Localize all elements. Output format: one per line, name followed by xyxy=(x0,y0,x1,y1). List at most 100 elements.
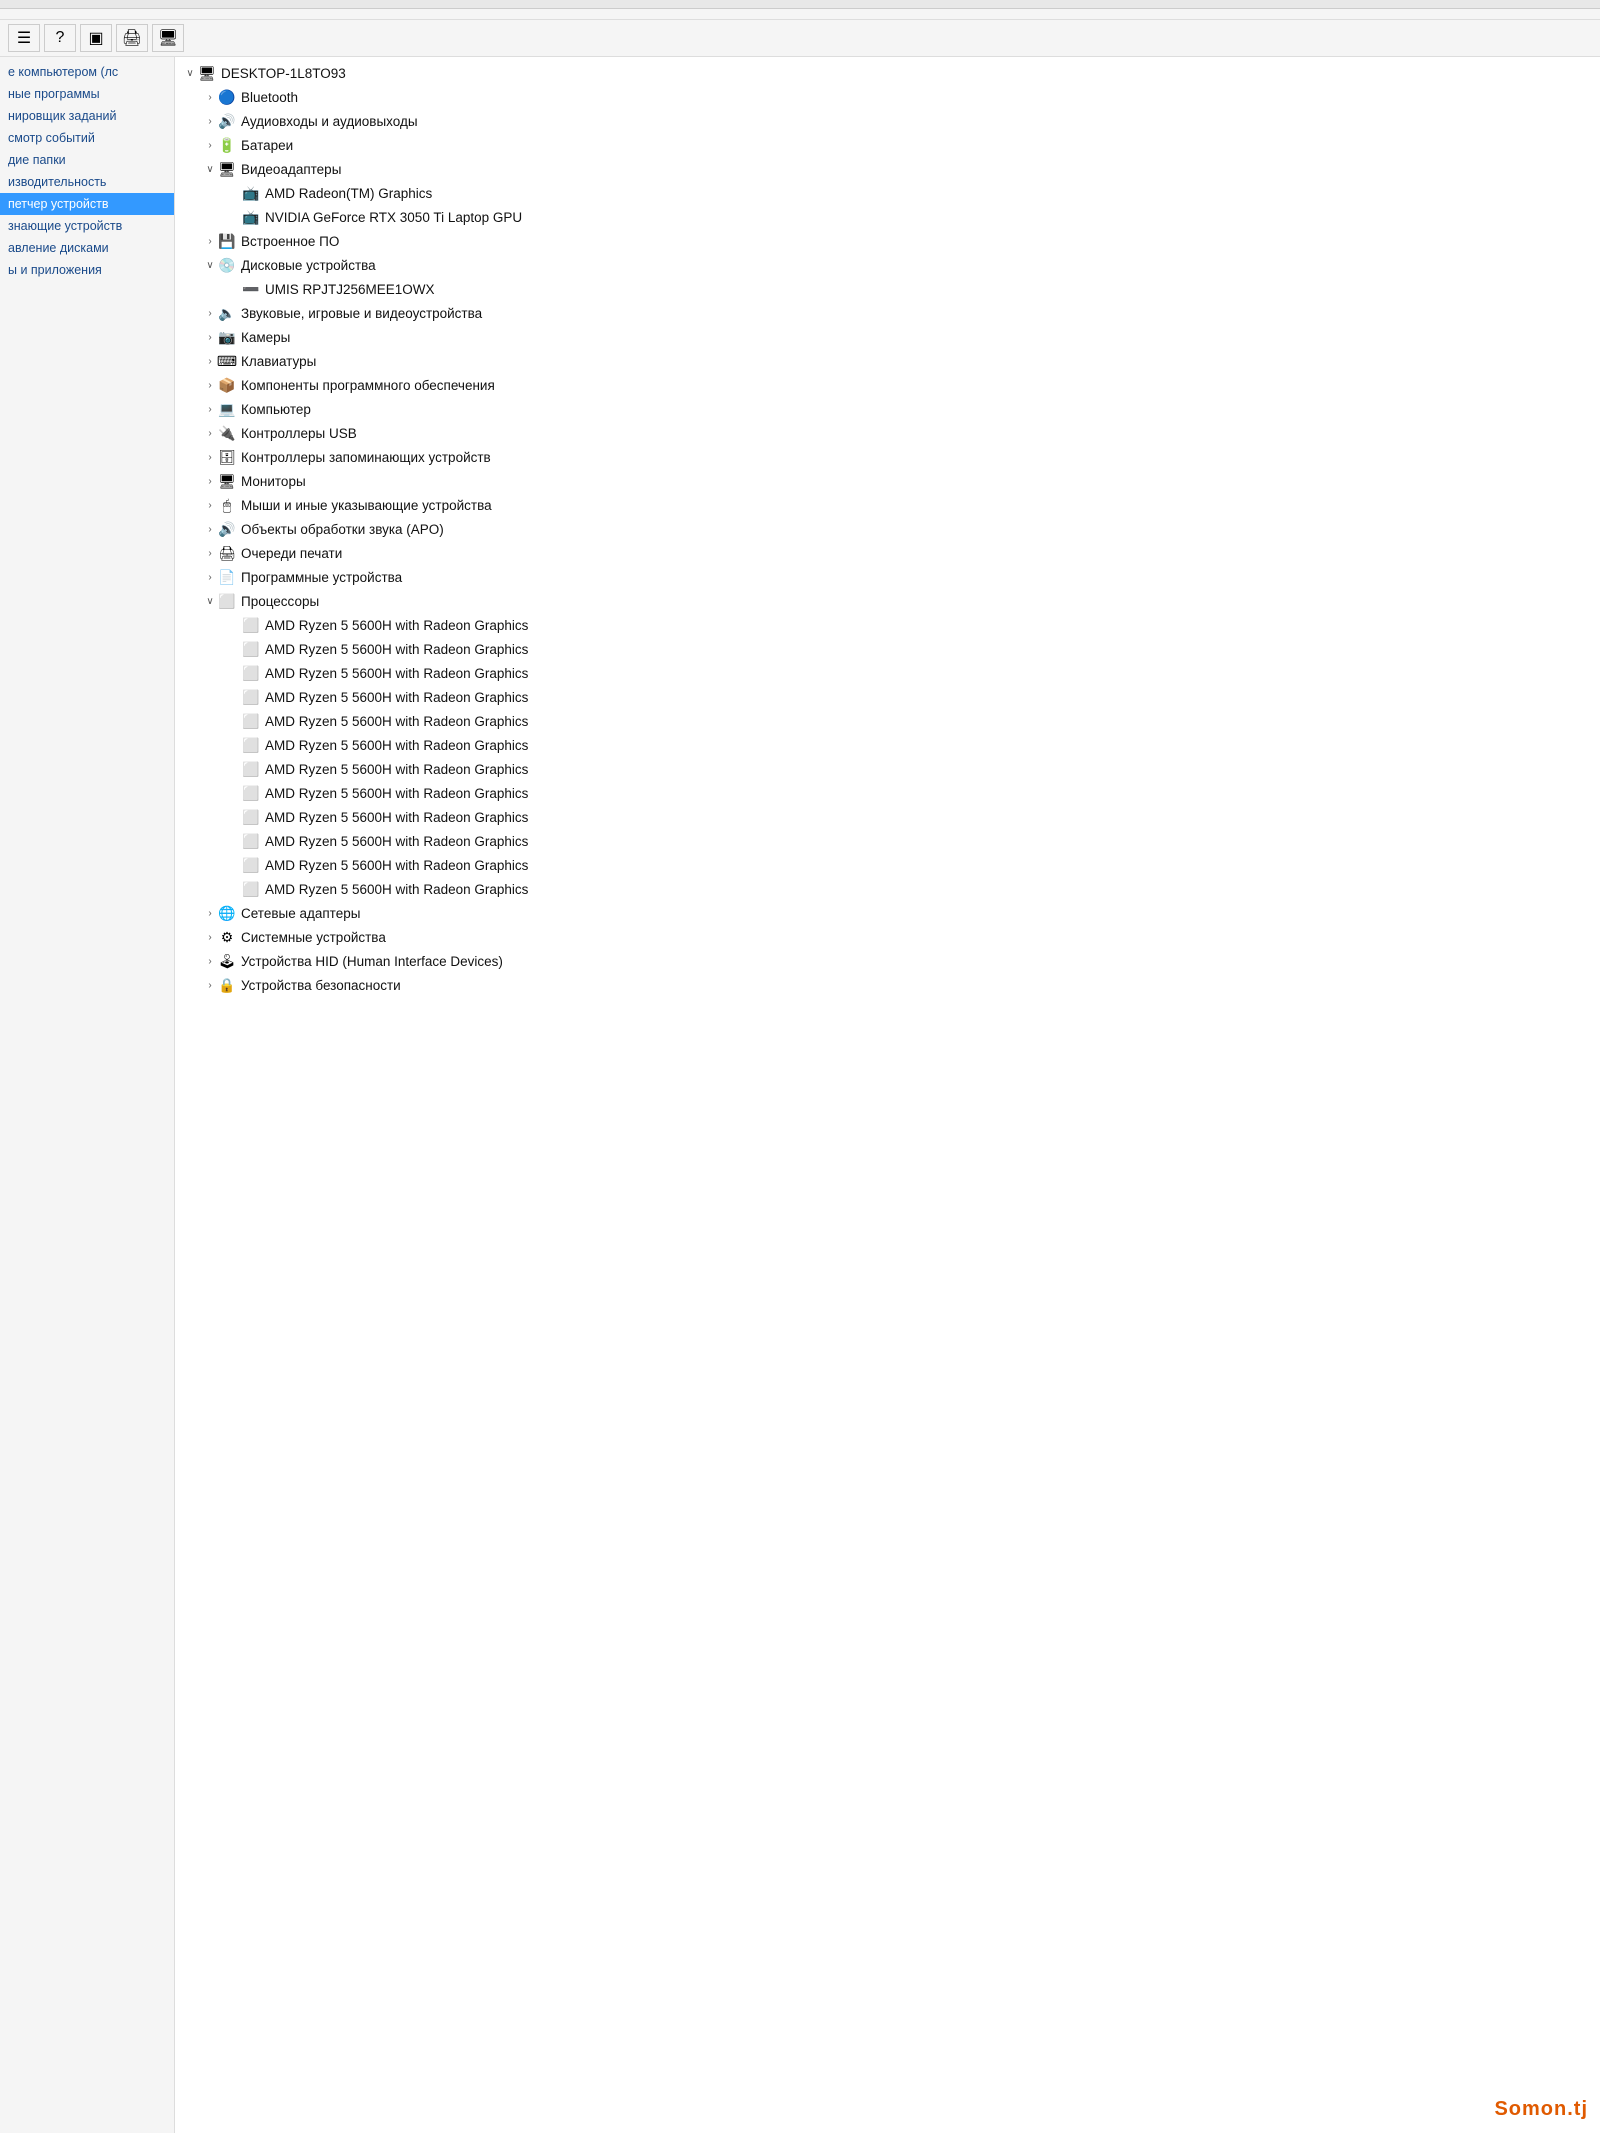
root-chevron: ∨ xyxy=(183,66,197,80)
chevron-7: › xyxy=(203,330,217,344)
icon-9: 📦 xyxy=(217,375,237,395)
tree-item-5[interactable]: ∨ 💿 Дисковые устройства xyxy=(175,253,1600,277)
sidebar-item-8[interactable]: авление дисками xyxy=(0,237,174,259)
sidebar-item-5[interactable]: изводительность xyxy=(0,171,174,193)
tree-item-21[interactable]: › 🕹 Устройства HID (Human Interface Devi… xyxy=(175,949,1600,973)
tree-item-15[interactable]: › 🔊 Объекты обработки звука (APO) xyxy=(175,517,1600,541)
sidebar-item-7[interactable]: знающие устройств xyxy=(0,215,174,237)
chevron-20: › xyxy=(203,930,217,944)
tree-item-8[interactable]: › ⌨ Клавиатуры xyxy=(175,349,1600,373)
sub-chevron-18-4 xyxy=(227,714,241,728)
tree-item-11[interactable]: › 🔌 Контроллеры USB xyxy=(175,421,1600,445)
tree-item-14[interactable]: › 🖱 Мыши и иные указывающие устройства xyxy=(175,493,1600,517)
tree-item-2[interactable]: › 🔋 Батареи xyxy=(175,133,1600,157)
toolbar-btn-3[interactable]: ▣ xyxy=(80,24,112,52)
icon-0: 🔵 xyxy=(217,87,237,107)
chevron-18: ∨ xyxy=(203,594,217,608)
tree-item-3[interactable]: ∨ 🖥 Видеоадаптеры xyxy=(175,157,1600,181)
label-20: Системные устройства xyxy=(241,930,386,945)
tree-item-17[interactable]: › 📄 Программные устройства xyxy=(175,565,1600,589)
sub-icon-5-0: ➖ xyxy=(241,279,261,299)
icon-6: 🔈 xyxy=(217,303,237,323)
sidebar-item-4[interactable]: дие папки xyxy=(0,149,174,171)
title-bar xyxy=(0,0,1600,9)
chevron-10: › xyxy=(203,402,217,416)
label-9: Компоненты программного обеспечения xyxy=(241,378,495,393)
toolbar-btn-2[interactable]: ? xyxy=(44,24,76,52)
tree-item-18-5[interactable]: ⬜ AMD Ryzen 5 5600H with Radeon Graphics xyxy=(175,733,1600,757)
tree-item-18-7[interactable]: ⬜ AMD Ryzen 5 5600H with Radeon Graphics xyxy=(175,781,1600,805)
tree-item-18-1[interactable]: ⬜ AMD Ryzen 5 5600H with Radeon Graphics xyxy=(175,637,1600,661)
icon-5: 💿 xyxy=(217,255,237,275)
tree-item-18-3[interactable]: ⬜ AMD Ryzen 5 5600H with Radeon Graphics xyxy=(175,685,1600,709)
menu-file[interactable] xyxy=(8,12,20,16)
tree-item-12[interactable]: › 🗄 Контроллеры запоминающих устройств xyxy=(175,445,1600,469)
tree-item-3-0[interactable]: 📺 AMD Radeon(TM) Graphics xyxy=(175,181,1600,205)
icon-20: ⚙ xyxy=(217,927,237,947)
tree-root[interactable]: ∨ 🖥 DESKTOP-1L8TO93 xyxy=(175,61,1600,85)
sub-icon-18-7: ⬜ xyxy=(241,783,261,803)
toolbar-btn-4[interactable]: 🖨 xyxy=(116,24,148,52)
tree-item-19[interactable]: › 🌐 Сетевые адаптеры xyxy=(175,901,1600,925)
sub-chevron-18-6 xyxy=(227,762,241,776)
icon-1: 🔊 xyxy=(217,111,237,131)
tree-item-18-2[interactable]: ⬜ AMD Ryzen 5 5600H with Radeon Graphics xyxy=(175,661,1600,685)
chevron-21: › xyxy=(203,954,217,968)
tree-item-18-11[interactable]: ⬜ AMD Ryzen 5 5600H with Radeon Graphics xyxy=(175,877,1600,901)
tree-item-18-0[interactable]: ⬜ AMD Ryzen 5 5600H with Radeon Graphics xyxy=(175,613,1600,637)
sub-icon-18-2: ⬜ xyxy=(241,663,261,683)
sidebar-item-2[interactable]: нировщик заданий xyxy=(0,105,174,127)
sub-chevron-18-9 xyxy=(227,834,241,848)
icon-10: 💻 xyxy=(217,399,237,419)
sub-label-18-0: AMD Ryzen 5 5600H with Radeon Graphics xyxy=(265,618,528,633)
label-12: Контроллеры запоминающих устройств xyxy=(241,450,491,465)
tree-item-18-8[interactable]: ⬜ AMD Ryzen 5 5600H with Radeon Graphics xyxy=(175,805,1600,829)
tree-item-6[interactable]: › 🔈 Звуковые, игровые и видеоустройства xyxy=(175,301,1600,325)
label-7: Камеры xyxy=(241,330,290,345)
tree-item-5-0[interactable]: ➖ UMIS RPJTJ256MEE1OWX xyxy=(175,277,1600,301)
tree-item-18-4[interactable]: ⬜ AMD Ryzen 5 5600H with Radeon Graphics xyxy=(175,709,1600,733)
sub-icon-18-10: ⬜ xyxy=(241,855,261,875)
sub-chevron-3-1 xyxy=(227,210,241,224)
toolbar-btn-5[interactable]: 🖥 xyxy=(152,24,184,52)
tree-item-18-9[interactable]: ⬜ AMD Ryzen 5 5600H with Radeon Graphics xyxy=(175,829,1600,853)
label-3: Видеоадаптеры xyxy=(241,162,341,177)
sub-icon-18-8: ⬜ xyxy=(241,807,261,827)
sub-chevron-18-10 xyxy=(227,858,241,872)
tree-item-18-6[interactable]: ⬜ AMD Ryzen 5 5600H with Radeon Graphics xyxy=(175,757,1600,781)
label-2: Батареи xyxy=(241,138,293,153)
sub-icon-18-11: ⬜ xyxy=(241,879,261,899)
icon-11: 🔌 xyxy=(217,423,237,443)
tree-item-13[interactable]: › 🖥 Мониторы xyxy=(175,469,1600,493)
tree-item-16[interactable]: › 🖨 Очереди печати xyxy=(175,541,1600,565)
chevron-8: › xyxy=(203,354,217,368)
label-17: Программные устройства xyxy=(241,570,402,585)
tree-item-22[interactable]: › 🔒 Устройства безопасности xyxy=(175,973,1600,997)
label-19: Сетевые адаптеры xyxy=(241,906,360,921)
tree-item-9[interactable]: › 📦 Компоненты программного обеспечения xyxy=(175,373,1600,397)
sub-chevron-18-1 xyxy=(227,642,241,656)
tree-item-18-10[interactable]: ⬜ AMD Ryzen 5 5600H with Radeon Graphics xyxy=(175,853,1600,877)
tree-item-20[interactable]: › ⚙ Системные устройства xyxy=(175,925,1600,949)
tree-item-10[interactable]: › 💻 Компьютер xyxy=(175,397,1600,421)
sidebar-item-9[interactable]: ы и приложения xyxy=(0,259,174,281)
tree-item-18[interactable]: ∨ ⬜ Процессоры xyxy=(175,589,1600,613)
sidebar-item-1[interactable]: ные программы xyxy=(0,83,174,105)
tree-item-1[interactable]: › 🔊 Аудиовходы и аудиовыходы xyxy=(175,109,1600,133)
menu-view[interactable] xyxy=(36,12,48,16)
sidebar-item-0[interactable]: е компьютером (лс xyxy=(0,61,174,83)
icon-21: 🕹 xyxy=(217,951,237,971)
sidebar-item-6[interactable]: петчер устройств xyxy=(0,193,174,215)
menu-help[interactable] xyxy=(64,12,76,16)
toolbar-btn-1[interactable]: ☰ xyxy=(8,24,40,52)
sub-label-18-2: AMD Ryzen 5 5600H with Radeon Graphics xyxy=(265,666,528,681)
icon-12: 🗄 xyxy=(217,447,237,467)
tree-item-7[interactable]: › 📷 Камеры xyxy=(175,325,1600,349)
tree-item-0[interactable]: › 🔵 Bluetooth xyxy=(175,85,1600,109)
sub-icon-18-4: ⬜ xyxy=(241,711,261,731)
tree-item-4[interactable]: › 💾 Встроенное ПО xyxy=(175,229,1600,253)
icon-18: ⬜ xyxy=(217,591,237,611)
label-5: Дисковые устройства xyxy=(241,258,376,273)
sidebar-item-3[interactable]: смотр событий xyxy=(0,127,174,149)
tree-item-3-1[interactable]: 📺 NVIDIA GeForce RTX 3050 Ti Laptop GPU xyxy=(175,205,1600,229)
